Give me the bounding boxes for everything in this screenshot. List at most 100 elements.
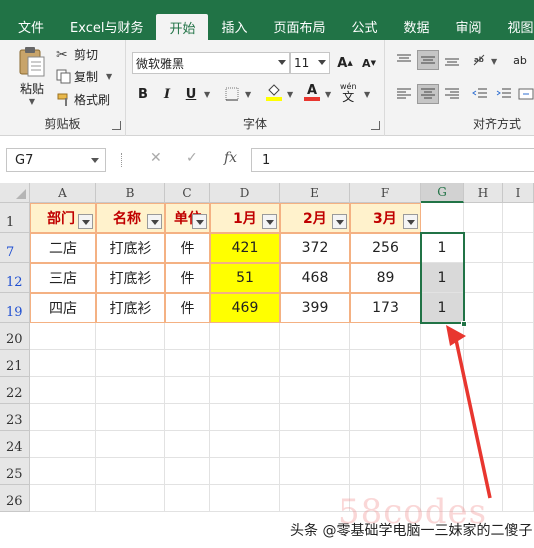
- header-cell-e[interactable]: 2月: [280, 203, 350, 233]
- empty-cell[interactable]: [464, 323, 503, 350]
- empty-cell[interactable]: [350, 458, 421, 485]
- empty-cell[interactable]: [503, 263, 534, 293]
- empty-cell[interactable]: [280, 431, 350, 458]
- tab-formulas[interactable]: 公式: [339, 12, 391, 40]
- empty-cell[interactable]: [464, 233, 503, 263]
- empty-cell[interactable]: [30, 431, 96, 458]
- column-header-d[interactable]: D: [210, 183, 280, 203]
- empty-cell[interactable]: [350, 431, 421, 458]
- tab-file[interactable]: 文件: [0, 12, 57, 40]
- empty-cell[interactable]: [96, 431, 165, 458]
- formula-input[interactable]: 1: [251, 148, 534, 172]
- row-header-21[interactable]: 21: [0, 350, 30, 377]
- empty-cell[interactable]: [503, 485, 534, 512]
- empty-cell[interactable]: [503, 203, 534, 233]
- align-top-button[interactable]: [393, 50, 415, 70]
- row-header-26[interactable]: 26: [0, 485, 30, 512]
- header-cell-f[interactable]: 3月: [350, 203, 421, 233]
- empty-cell[interactable]: [165, 377, 210, 404]
- empty-cell[interactable]: [30, 404, 96, 431]
- cell-f7[interactable]: 256: [350, 233, 421, 263]
- row-header-19[interactable]: 19: [0, 293, 30, 323]
- chevron-down-icon[interactable]: ▼: [204, 90, 210, 99]
- column-header-e[interactable]: E: [280, 183, 350, 203]
- cell-c12[interactable]: 件: [165, 263, 210, 293]
- empty-cell[interactable]: [503, 293, 534, 323]
- cell-f19[interactable]: 173: [350, 293, 421, 323]
- filter-dropdown-icon[interactable]: [332, 214, 347, 229]
- empty-cell[interactable]: [350, 350, 421, 377]
- filter-dropdown-icon[interactable]: [147, 214, 162, 229]
- tab-page-layout[interactable]: 页面布局: [260, 12, 338, 40]
- empty-cell[interactable]: [210, 431, 280, 458]
- bold-button[interactable]: B: [132, 84, 154, 104]
- empty-cell[interactable]: [503, 323, 534, 350]
- cut-button[interactable]: ✂ 剪切: [56, 46, 98, 63]
- merge-center-button[interactable]: [515, 84, 534, 104]
- select-all-button[interactable]: [0, 183, 30, 203]
- empty-cell[interactable]: [464, 404, 503, 431]
- header-cell-b[interactable]: 名称: [96, 203, 165, 233]
- column-header-a[interactable]: A: [30, 183, 96, 203]
- empty-cell[interactable]: [210, 323, 280, 350]
- empty-cell[interactable]: [96, 377, 165, 404]
- paste-button[interactable]: 粘贴 ▼: [14, 46, 50, 106]
- column-header-h[interactable]: H: [464, 183, 503, 203]
- empty-cell[interactable]: [96, 323, 165, 350]
- row-header-22[interactable]: 22: [0, 377, 30, 404]
- tab-home[interactable]: 开始: [156, 14, 209, 40]
- empty-cell[interactable]: [350, 323, 421, 350]
- cell-f12[interactable]: 89: [350, 263, 421, 293]
- filter-dropdown-icon[interactable]: [192, 214, 207, 229]
- copy-button[interactable]: 复制 ▼: [56, 68, 112, 85]
- empty-cell[interactable]: [210, 458, 280, 485]
- align-left-button[interactable]: [393, 84, 415, 104]
- fill-color-button[interactable]: [263, 82, 285, 102]
- cell-a19[interactable]: 四店: [30, 293, 96, 323]
- cell-c19[interactable]: 件: [165, 293, 210, 323]
- empty-cell[interactable]: [210, 377, 280, 404]
- empty-cell[interactable]: [421, 431, 464, 458]
- empty-cell[interactable]: [421, 458, 464, 485]
- increase-indent-button[interactable]: [493, 84, 515, 104]
- cell-e7[interactable]: 372: [280, 233, 350, 263]
- underline-button[interactable]: U: [180, 84, 202, 104]
- cell-e12[interactable]: 468: [280, 263, 350, 293]
- cell-a12[interactable]: 三店: [30, 263, 96, 293]
- chevron-down-icon[interactable]: ▼: [287, 90, 293, 99]
- empty-cell[interactable]: [210, 350, 280, 377]
- empty-cell[interactable]: [421, 404, 464, 431]
- font-name-combo[interactable]: 微软雅黑: [132, 52, 290, 74]
- chevron-down-icon[interactable]: ▼: [325, 90, 331, 99]
- empty-cell[interactable]: [464, 293, 503, 323]
- empty-cell[interactable]: [30, 350, 96, 377]
- cell-d19[interactable]: 469: [210, 293, 280, 323]
- align-middle-button[interactable]: [417, 50, 439, 70]
- empty-cell[interactable]: [280, 404, 350, 431]
- align-right-button[interactable]: [441, 84, 463, 104]
- orientation-button[interactable]: ab: [469, 50, 491, 70]
- row-header-25[interactable]: 25: [0, 458, 30, 485]
- row-header-24[interactable]: 24: [0, 431, 30, 458]
- check-icon[interactable]: ✓: [186, 150, 198, 166]
- empty-cell[interactable]: [96, 404, 165, 431]
- filter-dropdown-icon[interactable]: [403, 214, 418, 229]
- empty-cell[interactable]: [421, 377, 464, 404]
- format-painter-button[interactable]: 格式刷: [56, 91, 110, 108]
- empty-cell[interactable]: [30, 323, 96, 350]
- empty-cell[interactable]: [280, 377, 350, 404]
- font-size-combo[interactable]: 11: [290, 52, 330, 74]
- empty-cell[interactable]: [165, 323, 210, 350]
- empty-cell[interactable]: [280, 350, 350, 377]
- empty-cell[interactable]: [350, 404, 421, 431]
- cell-b12[interactable]: 打底衫: [96, 263, 165, 293]
- empty-cell[interactable]: [503, 233, 534, 263]
- tab-data[interactable]: 数据: [391, 12, 443, 40]
- font-color-button[interactable]: A: [301, 82, 323, 102]
- empty-cell[interactable]: [421, 323, 464, 350]
- decrease-indent-button[interactable]: [469, 84, 491, 104]
- empty-cell[interactable]: [30, 458, 96, 485]
- wrap-text-button[interactable]: ab: [509, 50, 531, 70]
- empty-cell[interactable]: [96, 350, 165, 377]
- column-header-g[interactable]: G: [421, 183, 464, 203]
